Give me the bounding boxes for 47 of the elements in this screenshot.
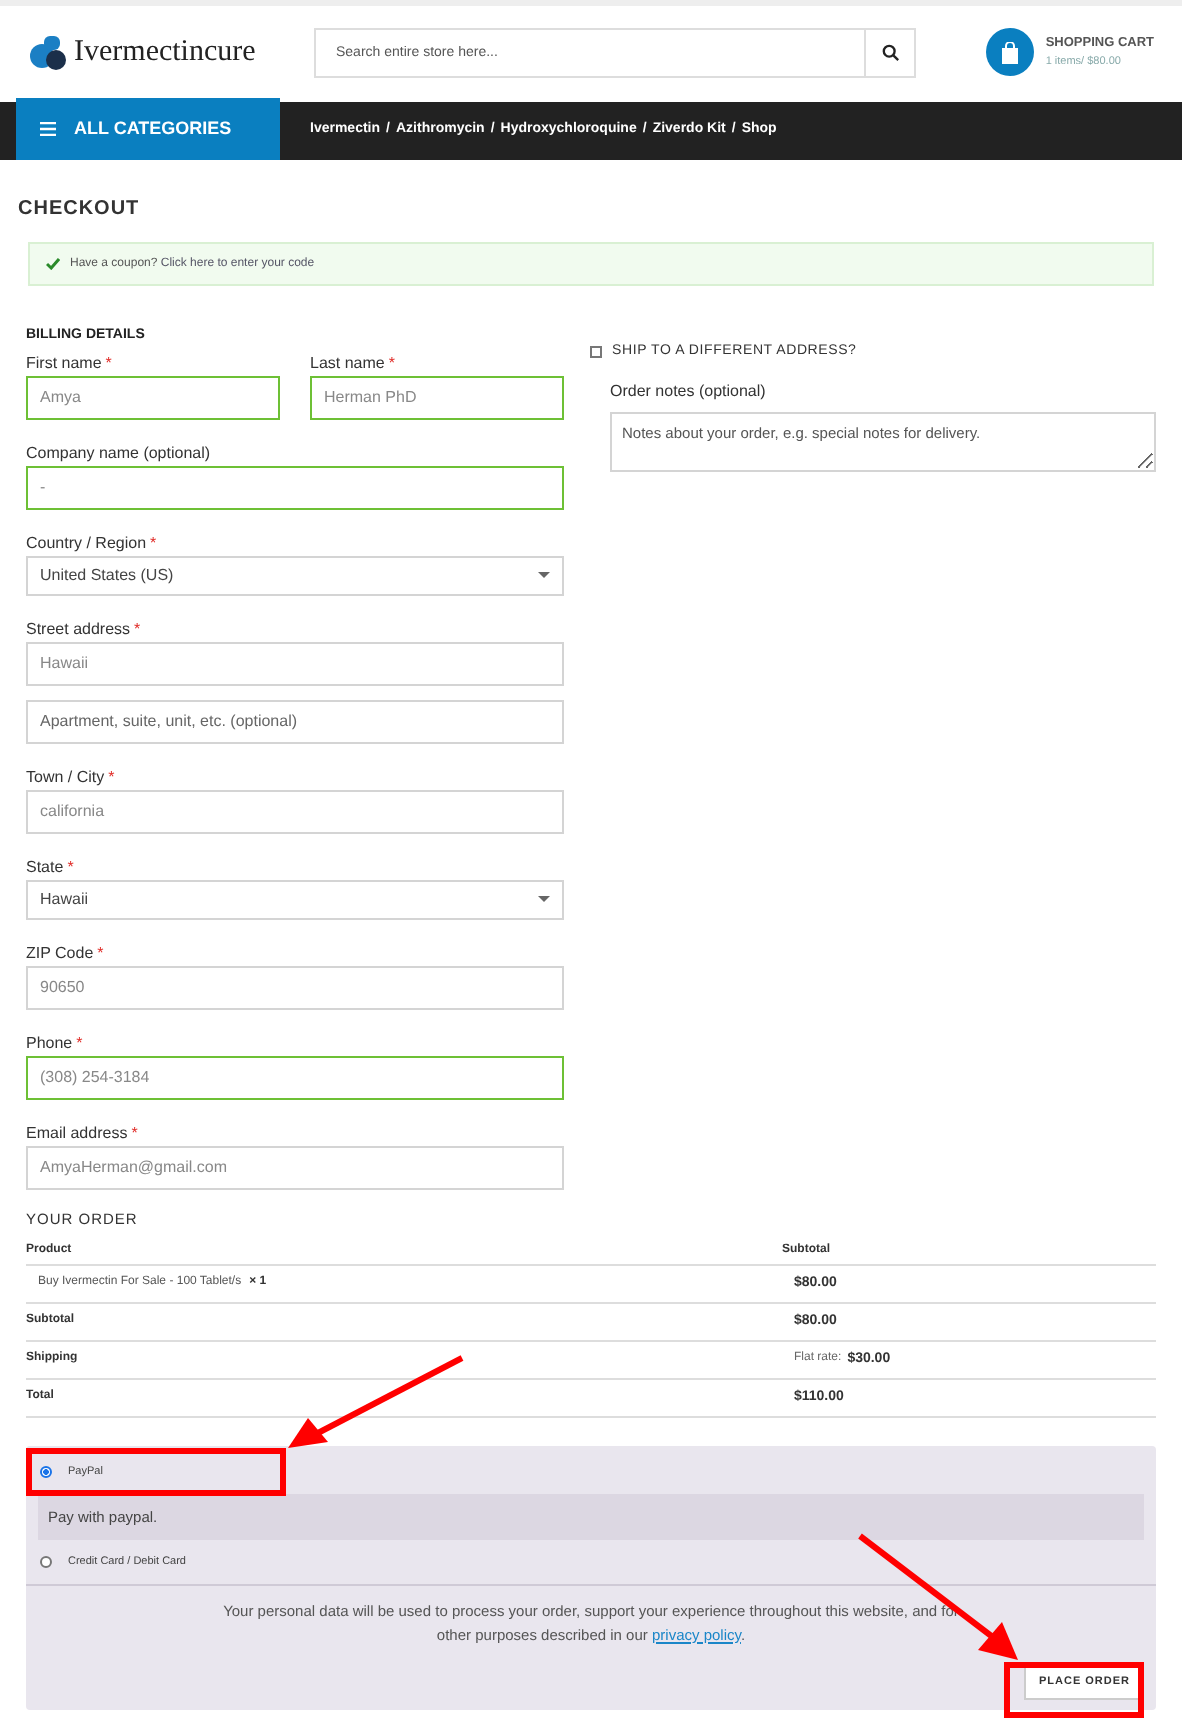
required-mark: * (150, 533, 157, 553)
input-field[interactable]: california (26, 789, 564, 833)
shopping-bag-icon (999, 41, 1020, 63)
required-mark: * (131, 1123, 138, 1143)
checkbox[interactable] (590, 346, 602, 359)
required-mark: * (388, 353, 395, 373)
check-icon (46, 258, 60, 270)
field-label: Email address (26, 1123, 128, 1143)
logo-text: Ivermectincure (74, 33, 256, 72)
required-mark: * (105, 353, 112, 373)
radio-button[interactable] (40, 1465, 52, 1478)
search-button[interactable] (866, 27, 916, 77)
menu-icon (40, 122, 56, 136)
input-field[interactable]: Apartment, suite, unit, etc. (optional) (26, 699, 564, 743)
select-field[interactable]: United States (US) (26, 555, 564, 595)
input-field[interactable]: Hawaii (26, 641, 564, 685)
input-field[interactable]: (308) 254-3184 (26, 1055, 564, 1099)
field-label: State (26, 857, 64, 877)
required-mark: * (134, 619, 141, 639)
all-categories-button[interactable]: ALL CATEGORIES (16, 98, 280, 160)
field-label: First name (26, 353, 102, 373)
required-mark: * (67, 857, 74, 877)
input-field[interactable]: AmyaHerman@gmail.com (26, 1145, 564, 1189)
annotation-box (1004, 1662, 1144, 1718)
input-field[interactable]: 90650 (26, 965, 564, 1009)
input-field[interactable]: - (26, 465, 564, 509)
field-label: Phone (26, 1033, 73, 1053)
page-title: CHECKOUT (18, 196, 142, 224)
pill-logo-icon (28, 32, 68, 72)
field-label: Street address (26, 619, 131, 639)
radio-button[interactable] (40, 1555, 52, 1568)
input-field[interactable]: Amya (26, 375, 280, 419)
field-label: ZIP Code (26, 943, 94, 963)
required-mark: * (108, 767, 115, 787)
select-field[interactable]: Hawaii (26, 879, 564, 919)
field-label: Town / City (26, 767, 105, 787)
caret-icon (538, 896, 550, 902)
input-field[interactable]: Herman PhD (310, 375, 564, 419)
caret-icon (538, 572, 550, 578)
required-mark: * (97, 943, 104, 963)
field-label: Country / Region (26, 533, 147, 553)
field-label: Last name (310, 353, 385, 373)
search-icon (881, 43, 899, 61)
field-label: Company name (optional) (26, 443, 211, 463)
field-label: Order notes (optional) (610, 379, 768, 403)
required-mark: * (76, 1033, 83, 1053)
cart-button[interactable] (985, 28, 1034, 76)
